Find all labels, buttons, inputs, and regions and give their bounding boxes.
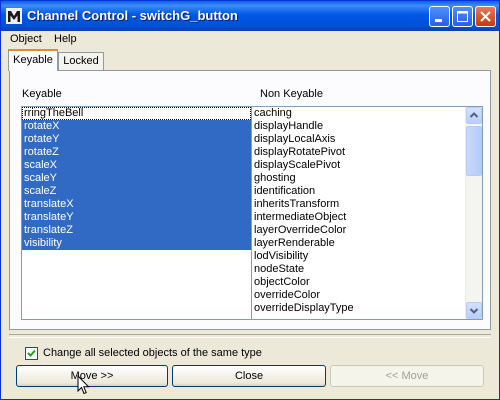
- nonkeyable-item[interactable]: displayHandle: [252, 120, 464, 133]
- close-button[interactable]: Close: [172, 365, 326, 387]
- minimize-button[interactable]: [429, 6, 450, 27]
- tab-locked[interactable]: Locked: [58, 52, 104, 71]
- scroll-up-button[interactable]: [466, 107, 482, 124]
- nonkeyable-item[interactable]: identification: [252, 185, 464, 198]
- nonkeyable-list[interactable]: caching displayHandle displayLocalAxis disp…: [251, 106, 483, 320]
- keyable-item[interactable]: translateZ: [22, 224, 251, 237]
- nonkeyable-item[interactable]: nodeState: [252, 263, 464, 276]
- move-button[interactable]: Move >>: [16, 365, 168, 387]
- tab-panel: Keyable Non Keyable rringTheBell rotateX r…: [9, 70, 491, 330]
- menu-object[interactable]: Object: [10, 33, 42, 45]
- menu-help[interactable]: Help: [54, 33, 77, 45]
- nonkeyable-item[interactable]: layerOverrideColor: [252, 224, 464, 237]
- keyable-item[interactable]: scaleY: [22, 172, 251, 185]
- nonkeyable-item[interactable]: displayScalePivot: [252, 159, 464, 172]
- change-all-checkbox[interactable]: [25, 347, 38, 360]
- nonkeyable-item[interactable]: ghosting: [252, 172, 464, 185]
- keyable-item[interactable]: scaleX: [22, 159, 251, 172]
- move-back-button[interactable]: << Move: [330, 365, 484, 387]
- nonkeyable-item[interactable]: displayLocalAxis: [252, 133, 464, 146]
- menu-bar: Object Help: [1, 31, 499, 49]
- keyable-item[interactable]: scaleZ: [22, 185, 251, 198]
- maya-icon: [6, 8, 22, 24]
- nonkeyable-item[interactable]: inheritsTransform: [252, 198, 464, 211]
- keyable-header: Keyable: [22, 88, 62, 100]
- nonkeyable-item[interactable]: overrideDisplayType: [252, 302, 464, 315]
- nonkeyable-item[interactable]: caching: [252, 107, 464, 120]
- title-bar[interactable]: Channel Control - switchG_button: [1, 1, 499, 31]
- keyable-item[interactable]: rringTheBell: [22, 107, 251, 120]
- tab-keyable[interactable]: Keyable: [8, 49, 58, 71]
- nonkeyable-item[interactable]: intermediateObject: [252, 211, 464, 224]
- divider: [9, 334, 491, 338]
- chevron-up-icon: [469, 112, 479, 118]
- scroll-down-button[interactable]: [466, 302, 482, 319]
- keyable-item[interactable]: rotateX: [22, 120, 251, 133]
- minimize-icon: [435, 19, 442, 22]
- keyable-item[interactable]: translateX: [22, 198, 251, 211]
- window-title: Channel Control - switchG_button: [27, 8, 238, 23]
- close-window-button[interactable]: [475, 6, 496, 27]
- nonkeyable-scrollbar[interactable]: [465, 107, 482, 319]
- keyable-item[interactable]: rotateY: [22, 133, 251, 146]
- scroll-thumb[interactable]: [466, 126, 482, 176]
- keyable-item[interactable]: visibility: [22, 237, 251, 250]
- checkmark-icon: [27, 349, 36, 357]
- chevron-down-icon: [469, 308, 479, 314]
- nonkeyable-header: Non Keyable: [260, 88, 323, 100]
- keyable-list[interactable]: rringTheBell rotateX rotateY rotateZ scaleX s…: [21, 106, 252, 320]
- maximize-icon: [457, 11, 468, 22]
- keyable-item[interactable]: translateY: [22, 211, 251, 224]
- keyable-item[interactable]: rotateZ: [22, 146, 251, 159]
- nonkeyable-item[interactable]: overrideColor: [252, 289, 464, 302]
- change-all-label[interactable]: Change all selected objects of the same …: [43, 347, 262, 359]
- channel-control-window: Channel Control - switchG_button Object …: [0, 0, 500, 400]
- nonkeyable-item[interactable]: displayRotatePivot: [252, 146, 464, 159]
- mouse-cursor-icon: [77, 375, 90, 395]
- nonkeyable-item[interactable]: layerRenderable: [252, 237, 464, 250]
- close-icon: [480, 11, 491, 22]
- nonkeyable-item[interactable]: objectColor: [252, 276, 464, 289]
- nonkeyable-item[interactable]: lodVisibility: [252, 250, 464, 263]
- maximize-button[interactable]: [452, 6, 473, 27]
- tab-strip: Keyable Locked: [1, 49, 499, 71]
